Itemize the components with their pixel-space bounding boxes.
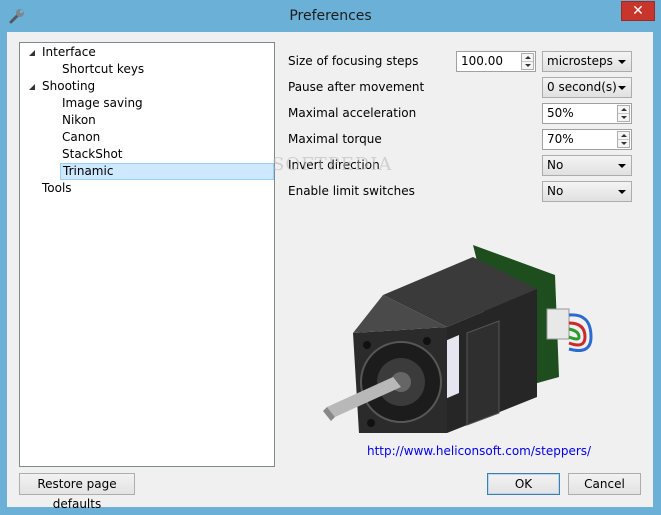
spin-down-icon[interactable] bbox=[522, 61, 533, 69]
title-bar[interactable]: Preferences ✕ bbox=[0, 0, 661, 32]
focusing-steps-label: Size of focusing steps bbox=[288, 54, 419, 68]
heliconsoft-link[interactable]: http://www.heliconsoft.com/steppers/ bbox=[367, 444, 591, 458]
limit-switches-label: Enable limit switches bbox=[288, 184, 415, 198]
acceleration-spinner[interactable] bbox=[617, 105, 630, 122]
spin-down-icon[interactable] bbox=[618, 139, 629, 147]
preferences-window: Preferences ✕ Interface Shortcut keys Sh… bbox=[0, 0, 661, 515]
stepper-motor-image bbox=[323, 245, 593, 433]
focusing-steps-spinner[interactable] bbox=[521, 53, 534, 70]
pause-label: Pause after movement bbox=[288, 80, 425, 94]
close-button[interactable]: ✕ bbox=[621, 1, 655, 21]
expand-arrow-icon[interactable] bbox=[28, 83, 36, 91]
torque-spinner[interactable] bbox=[617, 131, 630, 148]
invert-direction-select[interactable]: No bbox=[542, 155, 632, 176]
pause-value: 0 second(s) bbox=[547, 80, 617, 94]
tree-item-stackshot[interactable]: StackShot bbox=[62, 146, 123, 163]
close-icon: ✕ bbox=[632, 3, 644, 19]
focusing-steps-input[interactable]: 100.00 bbox=[456, 51, 536, 72]
invert-direction-value: No bbox=[547, 158, 564, 172]
focusing-steps-unit-value: microsteps bbox=[547, 54, 613, 68]
tree-item-tools[interactable]: Tools bbox=[42, 180, 72, 197]
pause-select[interactable]: 0 second(s) bbox=[542, 77, 632, 98]
acceleration-value: 50% bbox=[547, 106, 574, 120]
tree-item-shooting[interactable]: Shooting bbox=[42, 78, 95, 95]
torque-input[interactable]: 70% bbox=[542, 129, 632, 150]
spin-down-icon[interactable] bbox=[618, 113, 629, 121]
window-title: Preferences bbox=[289, 8, 372, 24]
chevron-down-icon bbox=[618, 86, 626, 90]
dialog-body: Interface Shortcut keys Shooting Image s… bbox=[7, 32, 653, 511]
tree-item-canon[interactable]: Canon bbox=[62, 129, 100, 146]
tree-item-shortcut-keys[interactable]: Shortcut keys bbox=[62, 61, 144, 78]
chevron-down-icon bbox=[618, 190, 626, 194]
chevron-down-icon bbox=[618, 164, 626, 168]
cancel-button[interactable]: Cancel bbox=[568, 473, 641, 495]
tree-item-interface[interactable]: Interface bbox=[42, 44, 96, 61]
torque-label: Maximal torque bbox=[288, 132, 382, 146]
chevron-down-icon bbox=[618, 60, 626, 64]
tree-item-image-saving[interactable]: Image saving bbox=[62, 95, 143, 112]
focusing-steps-value: 100.00 bbox=[461, 54, 503, 68]
acceleration-label: Maximal acceleration bbox=[288, 106, 417, 120]
limit-switches-select[interactable]: No bbox=[542, 181, 632, 202]
expand-arrow-icon[interactable] bbox=[28, 49, 36, 57]
settings-tree[interactable]: Interface Shortcut keys Shooting Image s… bbox=[19, 42, 275, 467]
acceleration-input[interactable]: 50% bbox=[542, 103, 632, 124]
watermark: SOFTPEDIA bbox=[272, 154, 393, 175]
torque-value: 70% bbox=[547, 132, 574, 146]
ok-button[interactable]: OK bbox=[487, 473, 560, 495]
tree-item-nikon[interactable]: Nikon bbox=[62, 112, 96, 129]
tree-item-trinamic[interactable]: Trinamic bbox=[60, 163, 274, 180]
limit-switches-value: No bbox=[547, 184, 564, 198]
restore-defaults-button[interactable]: Restore page defaults bbox=[19, 473, 135, 511]
focusing-steps-unit-select[interactable]: microsteps bbox=[542, 51, 632, 72]
